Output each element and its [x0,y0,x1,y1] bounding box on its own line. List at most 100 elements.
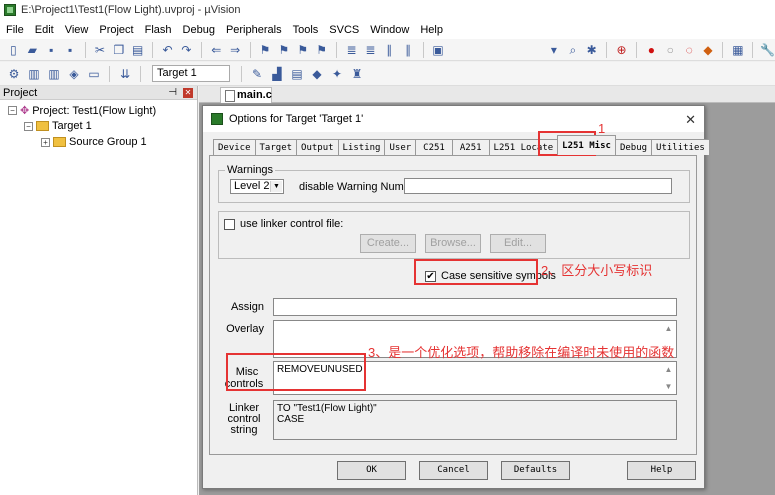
menu-help[interactable]: Help [420,24,443,36]
collapse-icon[interactable]: − [8,106,17,115]
menu-file[interactable]: File [6,24,24,36]
device-database-icon[interactable]: ♜ [349,66,365,82]
misc-controls-scrollbar[interactable]: ▲ ▼ [662,362,675,394]
cut-icon[interactable]: ✂ [93,42,108,58]
save-all-icon[interactable]: ▪ [63,42,78,58]
disable-warnings-input[interactable] [404,178,672,194]
find-icon[interactable]: ⌕ [565,42,580,58]
use-linker-control-file-checkbox[interactable] [224,219,235,230]
undo-icon[interactable]: ↶ [160,42,175,58]
menu-tools[interactable]: Tools [293,24,319,36]
rebuild-icon[interactable]: ▥ [46,66,62,82]
nav-back-icon[interactable]: ⇐ [209,42,224,58]
stop-build-icon[interactable]: ▭ [86,66,102,82]
menu-edit[interactable]: Edit [35,24,54,36]
toolbar-separator [752,41,754,58]
tree-item-label: Target 1 [52,120,92,132]
unindent-icon[interactable]: ≣ [363,42,378,58]
expand-icon[interactable]: + [41,137,50,147]
tab-user[interactable]: User [384,139,417,155]
menu-window[interactable]: Window [370,24,409,36]
indent-icon[interactable]: ≣ [344,42,359,58]
paste-icon[interactable]: ▤ [130,42,145,58]
cancel-button[interactable]: Cancel [419,461,488,480]
manage-project-items-icon[interactable]: ▟ [269,66,285,82]
batch-build-icon[interactable]: ◈ [66,66,82,82]
pin-icon[interactable]: ⊣ [168,86,177,100]
editor-tab-bar: main.c [199,86,775,103]
breakpoint-disable-icon[interactable]: ○ [663,42,678,58]
tab-c251[interactable]: C251 [415,139,453,155]
target-folder-icon [36,121,49,131]
incremental-find-icon[interactable]: ✱ [584,42,599,58]
manage-rte-icon[interactable]: ◆ [309,66,325,82]
tree-item-target[interactable]: − Target 1 [24,120,92,132]
close-icon[interactable]: ✕ [685,112,696,128]
defaults-button[interactable]: Defaults [501,461,570,480]
tree-item-project[interactable]: − ✥ Project: Test1(Flow Light) [8,104,156,117]
bookmark-icon[interactable]: ⚑ [258,42,273,58]
toolbar-separator [635,41,637,58]
l251-misc-panel: Warnings Level 2 ▼ disable Warning Numbe… [209,155,697,455]
annotation-3: 3、是一个优化选项，帮助移除在编译时未使用的函数 [368,345,675,360]
browse-button[interactable]: Browse... [425,234,481,253]
bookmark-prev-icon[interactable]: ⚑ [276,42,291,58]
pack-installer-icon[interactable]: ✦ [329,66,345,82]
scroll-up-icon[interactable]: ▲ [662,365,675,374]
uncomment-icon[interactable]: ∥ [401,42,416,58]
configure-icon[interactable]: 🔧 [760,42,775,58]
editor-tab-main-c[interactable]: main.c [220,87,272,103]
menu-svcs[interactable]: SVCS [329,24,359,36]
find-in-files-icon[interactable]: ▣ [431,42,446,58]
breakpoint-clear-icon[interactable]: ◆ [701,42,716,58]
build-icon[interactable]: ▥ [26,66,42,82]
create-button[interactable]: Create... [360,234,416,253]
tab-debug[interactable]: Debug [614,139,653,155]
bookmark-clear-icon[interactable]: ⚑ [314,42,329,58]
breakpoint-icon[interactable]: ● [644,42,659,58]
edit-button[interactable]: Edit... [490,234,546,253]
window-layout-icon[interactable]: ▦ [730,42,745,58]
debug-start-icon[interactable]: ⊕ [614,42,629,58]
tree-item-source-group[interactable]: + Source Group 1 [41,136,147,148]
scroll-down-icon[interactable]: ▼ [662,382,675,391]
tab-listing[interactable]: Listing [337,139,386,155]
bookmark-next-icon[interactable]: ⚑ [295,42,310,58]
save-icon[interactable]: ▪ [44,42,59,58]
warning-level-select[interactable]: Level 2 ▼ [230,179,284,194]
menu-flash[interactable]: Flash [145,24,172,36]
menu-debug[interactable]: Debug [183,24,215,36]
breakpoint-kill-icon[interactable]: ◌ [682,42,697,58]
menu-view[interactable]: View [65,24,89,36]
find-combo-icon[interactable]: ▾ [546,42,561,58]
translate-icon[interactable]: ⚙ [6,66,22,82]
annotation-box-case-sensitive [414,259,538,285]
uvision-app-icon [4,4,16,16]
tab-output[interactable]: Output [296,139,339,155]
folder-icon [53,137,66,147]
select-packs-icon[interactable]: ▤ [289,66,305,82]
collapse-icon[interactable]: − [24,121,33,131]
target-options-icon[interactable]: ✎ [249,66,265,82]
close-icon[interactable]: ✕ [183,88,193,98]
assign-input[interactable] [273,298,677,316]
new-file-icon[interactable]: ▯ [6,42,21,58]
menu-peripherals[interactable]: Peripherals [226,24,282,36]
tab-a251[interactable]: A251 [451,139,490,155]
download-icon[interactable]: ⇊ [117,66,133,82]
help-button[interactable]: Help [627,461,696,480]
nav-forward-icon[interactable]: ⇒ [228,42,243,58]
ok-button[interactable]: OK [337,461,406,480]
tab-utilities[interactable]: Utilities [651,139,710,155]
menu-project[interactable]: Project [99,24,133,36]
redo-icon[interactable]: ↷ [179,42,194,58]
tab-device[interactable]: Device [213,139,256,155]
scroll-up-icon[interactable]: ▲ [662,324,675,333]
copy-icon[interactable]: ❐ [111,42,126,58]
tab-l251-misc[interactable]: L251 Misc [557,135,616,155]
comment-icon[interactable]: ∥ [382,42,397,58]
target-select[interactable]: Target 1 [152,65,230,82]
tab-target[interactable]: Target [254,139,298,155]
open-folder-icon[interactable]: ▰ [25,42,40,58]
dialog-title: Options for Target 'Target 1' [229,113,364,125]
